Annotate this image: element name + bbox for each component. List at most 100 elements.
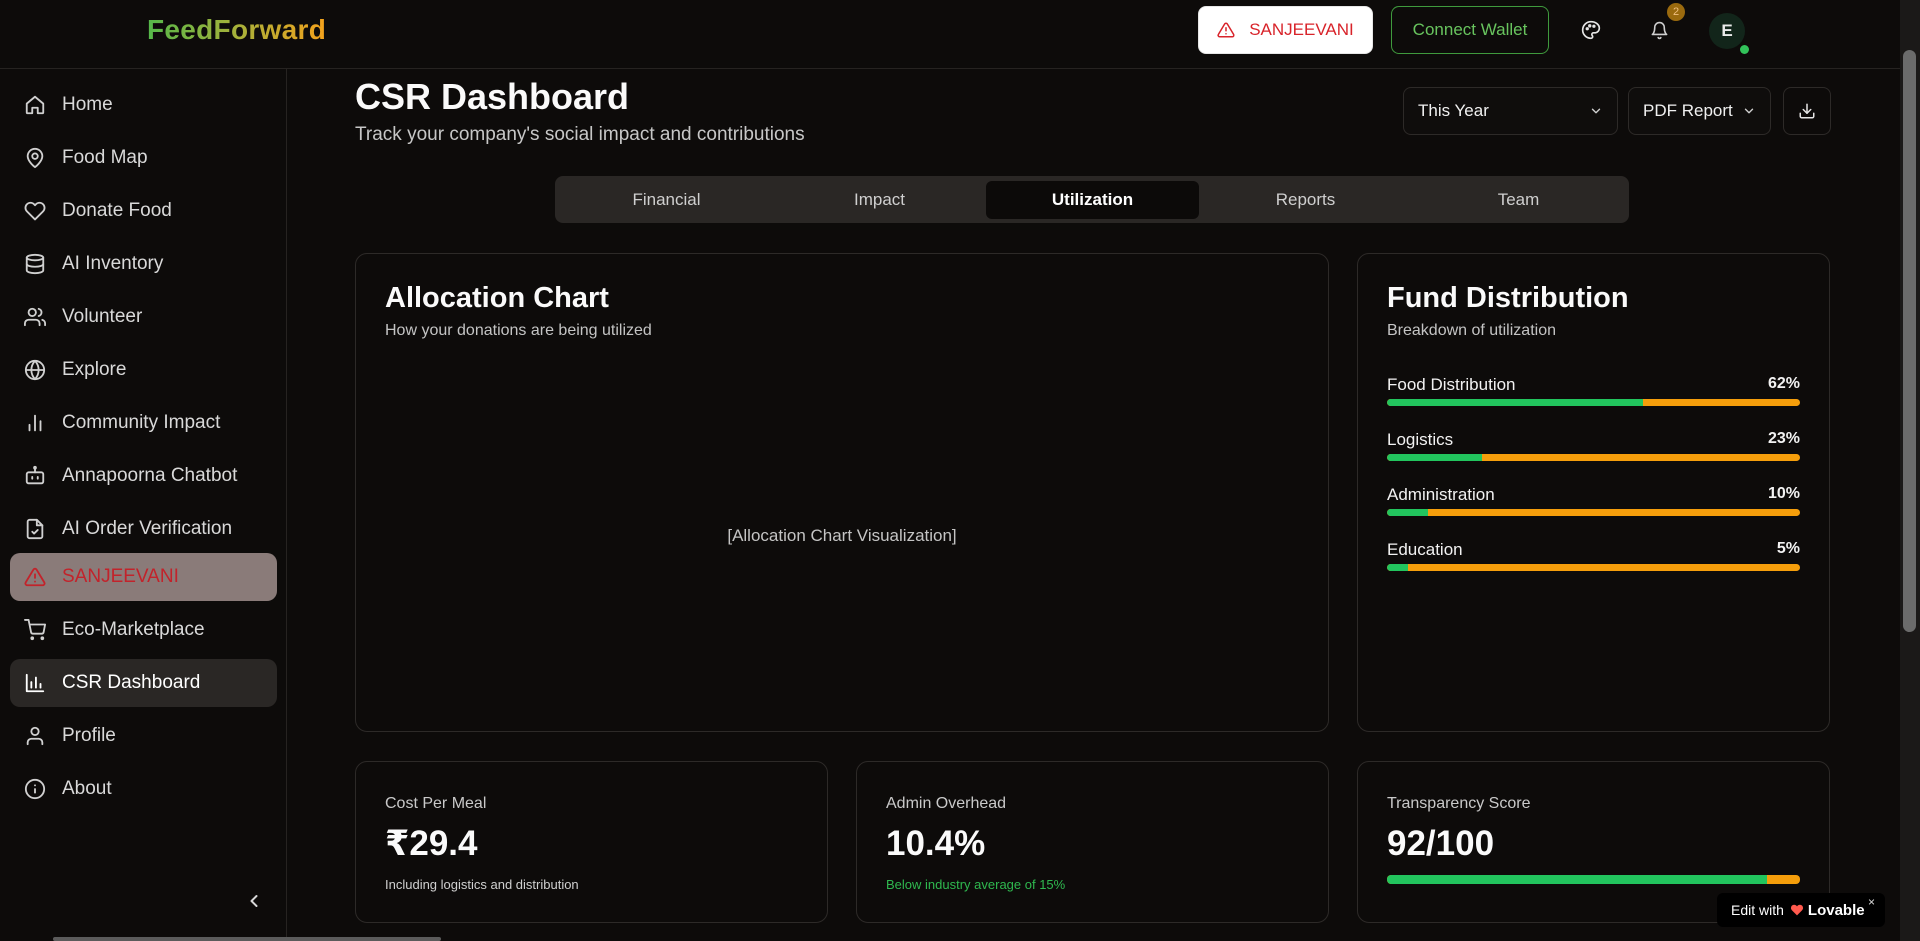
fund-distribution-subtitle: Breakdown of utilization [1387,322,1556,339]
page-subtitle: Track your company's social impact and c… [355,124,805,145]
palette-icon [1581,20,1601,40]
sidebar-item-label: AI Inventory [62,253,164,274]
stat-value: 92/100 [1387,824,1495,863]
collapse-sidebar-icon[interactable] [244,891,264,911]
alert-triangle-icon [24,567,46,587]
fund-progress-bar [1387,564,1800,571]
sidebar-item-ai-inventory[interactable]: AI Inventory [10,240,277,288]
sidebar-item-profile[interactable]: Profile [10,712,277,760]
palette-button[interactable] [1577,16,1605,44]
notification-count-badge: 2 [1667,3,1685,21]
allocation-chart-subtitle: How your donations are being utilized [385,322,652,339]
sidebar-item-ai-order-verification[interactable]: AI Order Verification [10,505,277,553]
fund-progress-fill [1387,564,1408,571]
connect-wallet-button[interactable]: Connect Wallet [1391,6,1549,54]
sidebar-item-explore[interactable]: Explore [10,346,277,394]
chevron-down-icon [1591,108,1601,114]
sidebar-item-label: Volunteer [62,306,143,327]
period-select-value: This Year [1418,101,1489,120]
sidebar-item-eco-marketplace[interactable]: Eco-Marketplace [10,606,277,654]
lovable-heart-icon [1790,904,1804,916]
fund-progress-fill [1387,399,1644,406]
sidebar-item-label: Food Map [62,147,148,168]
users-icon [24,307,46,327]
fund-progress-bar [1387,509,1800,516]
sidebar-item-annapoorna-chatbot[interactable]: Annapoorna Chatbot [10,452,277,500]
sidebar-item-label: Home [62,94,113,115]
sidebar: Home Food Map Donate Food AI Inventory V… [0,69,287,941]
fund-distribution-card: Fund Distribution Breakdown of utilizati… [1357,253,1830,732]
sidebar-item-label: CSR Dashboard [62,672,201,693]
horizontal-scrollbar-thumb[interactable] [53,937,441,941]
fund-row-name: Logistics [1387,430,1454,449]
cart-icon [24,619,46,641]
cost-per-meal-card: Cost Per Meal ₹29.4 Including logistics … [355,761,828,923]
user-avatar[interactable]: E [1709,13,1745,49]
sidebar-item-food-map[interactable]: Food Map [10,134,277,182]
edit-with-lovable-badge[interactable]: Edit with Lovable [1717,893,1885,927]
tab-utilization[interactable]: Utilization [986,181,1199,219]
allocation-chart-card: Allocation Chart How your donations are … [355,253,1329,732]
globe-icon [24,359,46,381]
sidebar-item-label: Community Impact [62,412,221,433]
stat-value: ₹29.4 [385,824,478,863]
report-format-select[interactable]: PDF Report [1628,87,1771,135]
stat-note: Below industry average of 15% [886,877,1066,892]
chevron-down-icon [1744,108,1754,114]
online-status-dot [1740,45,1749,54]
bot-icon [25,465,45,485]
sidebar-item-label: Donate Food [62,200,172,221]
tab-impact[interactable]: Impact [773,181,986,219]
close-badge-icon[interactable]: × [1868,895,1875,909]
top-header: FeedForward SANJEEVANI Connect Wallet 2 … [0,0,1900,69]
fund-row-percent: 5% [1776,540,1800,557]
sanjeevani-button[interactable]: SANJEEVANI [1198,6,1373,54]
home-icon [25,95,45,115]
fund-row-percent: 10% [1767,485,1800,502]
bar-chart-icon [28,414,42,432]
sidebar-item-donate-food[interactable]: Donate Food [10,187,277,235]
tab-financial[interactable]: Financial [560,181,773,219]
sidebar-item-home[interactable]: Home [10,81,277,129]
heart-icon [24,201,46,221]
tab-reports[interactable]: Reports [1199,181,1412,219]
stat-label: Cost Per Meal [385,795,487,812]
sidebar-item-about[interactable]: About [10,765,277,813]
fund-progress-fill [1387,509,1429,516]
sidebar-item-community-impact[interactable]: Community Impact [10,399,277,447]
fund-row-name: Administration [1387,485,1495,504]
allocation-chart-placeholder: [Allocation Chart Visualization] [727,526,957,545]
badge-brand: Lovable [1807,901,1865,919]
sidebar-item-sanjeevani[interactable]: SANJEEVANI [10,553,277,601]
fund-row-percent: 62% [1767,375,1800,392]
period-select[interactable]: This Year [1403,87,1618,135]
chart-icon [25,673,45,693]
sidebar-item-volunteer[interactable]: Volunteer [10,293,277,341]
file-check-icon [26,518,44,540]
fund-row-percent: 23% [1767,430,1800,447]
download-button[interactable] [1783,87,1831,135]
tab-team[interactable]: Team [1412,181,1625,219]
sidebar-item-label: SANJEEVANI [62,566,179,587]
app-logo[interactable]: FeedForward [147,14,326,46]
stat-value: 10.4% [886,824,986,863]
transparency-score-fill [1387,875,1767,884]
map-pin-icon [26,147,44,169]
sidebar-item-csr-dashboard[interactable]: CSR Dashboard [10,659,277,707]
scrollbar-thumb[interactable] [1903,50,1916,632]
page-title: CSR Dashboard [355,76,630,117]
badge-prefix: Edit with [1731,902,1784,918]
fund-progress-bar [1387,454,1800,461]
stat-label: Admin Overhead [886,795,1007,812]
sidebar-item-label: Eco-Marketplace [62,619,205,640]
sidebar-item-label: Explore [62,359,127,380]
sidebar-item-label: AI Order Verification [62,518,233,539]
fund-row-name: Food Distribution [1387,375,1516,394]
notifications-button[interactable] [1645,16,1673,44]
sidebar-item-label: Profile [62,725,116,746]
sidebar-item-label: Annapoorna Chatbot [62,465,238,486]
fund-progress-bar [1387,399,1800,406]
info-icon [24,778,46,800]
report-format-select-value: PDF Report [1643,101,1733,120]
dashboard-tabs: Financial Impact Utilization Reports Tea… [555,176,1629,223]
